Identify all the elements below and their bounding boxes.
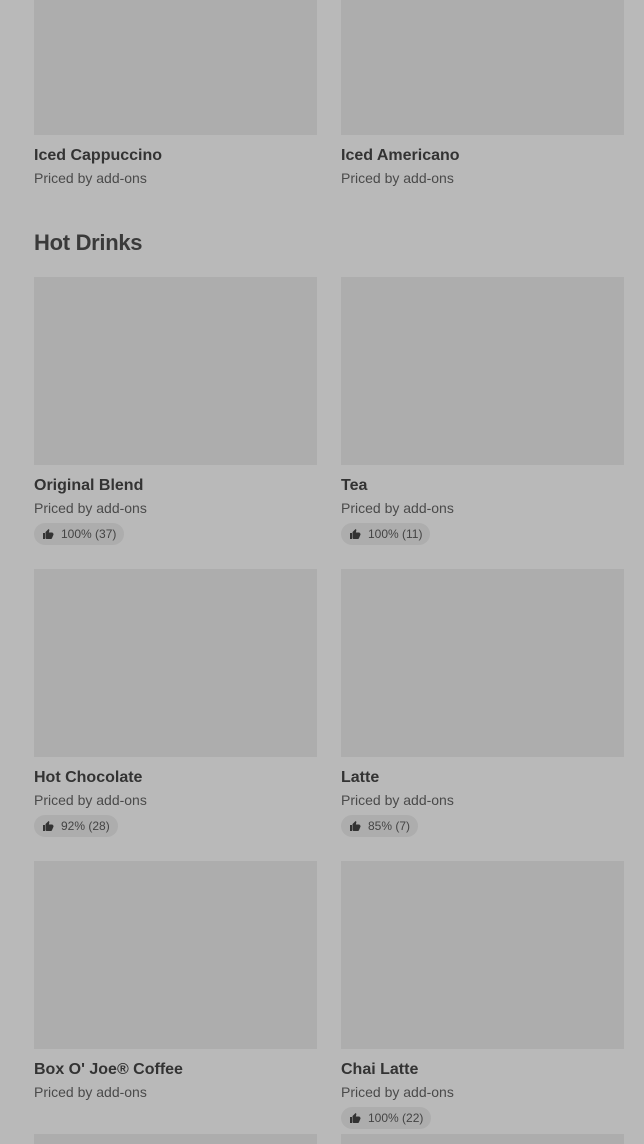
thumbs-up-icon [43, 529, 54, 539]
thumbs-up-icon [350, 1113, 361, 1123]
menu-item-card[interactable]: Original Blend Priced by add-ons 100% (3… [34, 277, 317, 545]
menu-item-card[interactable]: Tea Priced by add-ons 100% (11) [341, 277, 624, 545]
thumbs-up-icon [350, 529, 361, 539]
hot-drinks-grid: Original Blend Priced by add-ons 100% (3… [34, 277, 624, 1129]
item-name: Box O' Joe® Coffee [34, 1061, 183, 1078]
item-image [34, 569, 317, 757]
rating-text: 85% (7) [368, 819, 411, 833]
item-price: Priced by add-ons [341, 170, 454, 186]
rating-badge: 100% (22) [341, 1107, 432, 1129]
rating-badge: 100% (37) [34, 523, 125, 545]
item-price: Priced by add-ons [34, 170, 147, 186]
item-image [341, 569, 624, 757]
item-image [341, 861, 624, 1049]
item-name: Iced Cappuccino [34, 147, 163, 164]
menu-item-card-peek[interactable] [341, 1134, 624, 1144]
rating-badge: 100% (11) [341, 523, 431, 545]
rating-badge: 85% (7) [341, 815, 419, 837]
item-name: Tea [341, 477, 368, 494]
menu-page: Iced Cappuccino Priced by add-ons Iced A… [0, 0, 644, 1144]
item-image [341, 0, 624, 135]
item-name: Latte [341, 769, 380, 786]
item-price: Priced by add-ons [34, 500, 147, 516]
rating-text: 100% (11) [368, 527, 423, 541]
item-price: Priced by add-ons [34, 1084, 147, 1100]
item-price: Priced by add-ons [341, 500, 454, 516]
item-price: Priced by add-ons [34, 792, 147, 808]
menu-item-card[interactable]: Box O' Joe® Coffee Priced by add-ons [34, 861, 317, 1129]
menu-item-card-peek[interactable] [34, 1134, 317, 1144]
item-image [34, 861, 317, 1049]
menu-item-card[interactable]: Iced Americano Priced by add-ons [341, 0, 624, 187]
rating-badge: 92% (28) [34, 815, 118, 837]
section-title: Hot Drinks [34, 230, 143, 255]
rating-text: 100% (22) [368, 1111, 424, 1125]
rating-text: 100% (37) [61, 527, 117, 541]
item-name: Original Blend [34, 477, 144, 494]
item-price: Priced by add-ons [341, 792, 454, 808]
item-name: Iced Americano [341, 147, 460, 164]
menu-item-card[interactable]: Iced Cappuccino Priced by add-ons [34, 0, 317, 187]
rating-text: 92% (28) [61, 819, 110, 833]
thumbs-up-icon [43, 821, 54, 831]
thumbs-up-icon [350, 821, 361, 831]
menu-item-card[interactable]: Chai Latte Priced by add-ons 100% (22) [341, 861, 624, 1129]
item-image [34, 277, 317, 465]
menu-item-card[interactable]: Latte Priced by add-ons 85% (7) [341, 569, 624, 837]
item-image [34, 0, 317, 135]
item-price: Priced by add-ons [341, 1084, 454, 1100]
menu-item-card[interactable]: Hot Chocolate Priced by add-ons 92% (28) [34, 569, 317, 837]
item-name: Hot Chocolate [34, 769, 143, 786]
item-image [341, 277, 624, 465]
iced-drinks-grid: Iced Cappuccino Priced by add-ons Iced A… [34, 0, 624, 187]
item-name: Chai Latte [341, 1061, 419, 1078]
